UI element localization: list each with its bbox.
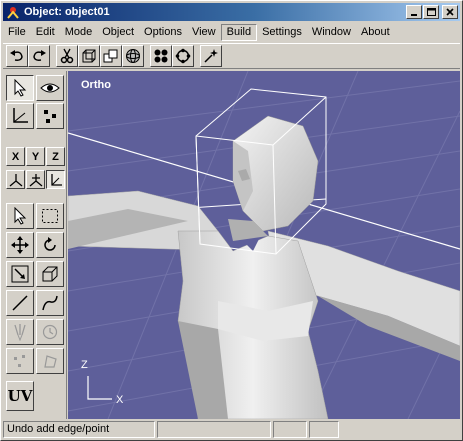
undo-icon: [10, 50, 23, 61]
curve-button[interactable]: [36, 290, 64, 316]
pick-arrow-button[interactable]: [6, 203, 34, 229]
axis-label-x: X: [116, 394, 124, 406]
3d-viewport[interactable]: Z X Ortho: [68, 71, 460, 419]
select-arrow-button[interactable]: [6, 75, 34, 101]
toolbar: [3, 43, 460, 69]
status-message: Undo add edge/point: [3, 421, 155, 438]
cut-button[interactable]: [56, 45, 78, 67]
axis-tripod-alt-icon: [29, 173, 42, 186]
minimize-button[interactable]: [406, 5, 422, 19]
application-window: Object: object01 File Edit Mode Object O…: [0, 0, 463, 441]
sphere-button[interactable]: [122, 45, 144, 67]
screen-axis-button[interactable]: [46, 170, 65, 189]
tool-palette: X Y Z UV: [3, 71, 67, 419]
close-button[interactable]: [442, 5, 458, 19]
scatter-dots-icon: [44, 110, 56, 123]
scatter-dots-button[interactable]: [36, 103, 64, 129]
rotate-icon: [44, 237, 56, 251]
menu-file[interactable]: File: [3, 24, 31, 41]
title-bar[interactable]: Object: object01: [3, 3, 460, 21]
cube-duplicate-icon: [103, 49, 118, 63]
points-button[interactable]: [150, 45, 172, 67]
view-eye-button[interactable]: [36, 75, 64, 101]
extrude-cube-icon: [42, 266, 58, 282]
axis-tripod-icon: [9, 173, 22, 186]
menu-mode[interactable]: Mode: [60, 24, 98, 41]
world-axis-button[interactable]: [6, 170, 25, 189]
axis-corner-icon: [13, 108, 28, 123]
menu-edit[interactable]: Edit: [31, 24, 60, 41]
redo-button[interactable]: [28, 45, 50, 67]
menu-bar: File Edit Mode Object Options View Build…: [3, 23, 460, 42]
polygon-icon: [44, 355, 57, 368]
menu-view[interactable]: View: [187, 24, 221, 41]
sparkle-button[interactable]: [200, 45, 222, 67]
axis-button[interactable]: [6, 103, 34, 129]
extrude-button[interactable]: [36, 261, 64, 287]
line-tool-icon: [12, 295, 28, 311]
undo-button[interactable]: [6, 45, 28, 67]
close-icon: [446, 8, 454, 16]
menu-object[interactable]: Object: [97, 24, 139, 41]
history-button[interactable]: [36, 319, 64, 345]
viewport-canvas[interactable]: Z X: [68, 71, 460, 419]
view-mode-label: Ortho: [81, 79, 111, 91]
four-dots-icon: [154, 49, 168, 63]
maximize-button[interactable]: [423, 5, 439, 19]
uv-label: UV: [7, 387, 33, 405]
menu-window[interactable]: Window: [307, 24, 356, 41]
axis-y-button[interactable]: Y: [26, 147, 45, 166]
status-cell-3: [273, 421, 307, 438]
wire-cube-button[interactable]: [78, 45, 100, 67]
cube-wire-icon: [82, 49, 96, 63]
marquee-icon: [42, 209, 58, 223]
move-button[interactable]: [6, 232, 34, 258]
axis-z-button[interactable]: Z: [46, 147, 65, 166]
arrow-pointer-icon: [14, 207, 27, 225]
sparkle-icon: [204, 49, 218, 63]
status-bar: Undo add edge/point: [3, 421, 460, 439]
menu-settings[interactable]: Settings: [257, 24, 307, 41]
minimize-icon: [411, 14, 417, 16]
move-cross-icon: [11, 236, 29, 254]
maximize-icon: [426, 8, 436, 16]
app-logo-icon: [7, 7, 19, 19]
menu-about[interactable]: About: [356, 24, 395, 41]
arrow-pointer-icon: [14, 79, 27, 97]
clock-icon: [42, 324, 58, 340]
magnet-button[interactable]: [6, 319, 34, 345]
status-cell-4: [309, 421, 339, 438]
marquee-select-button[interactable]: [36, 203, 64, 229]
magnet-icon: [14, 324, 26, 341]
sphere-icon: [126, 49, 140, 63]
eye-icon: [40, 83, 60, 93]
scattered-points-icon: [14, 355, 25, 367]
uv-mapping-button[interactable]: UV: [6, 381, 34, 411]
rotate-cycle-icon: [175, 48, 191, 64]
figure-head: [228, 115, 319, 241]
scale-icon: [11, 265, 29, 283]
polygon-button[interactable]: [36, 348, 64, 374]
axis-x-button[interactable]: X: [6, 147, 25, 166]
local-axis-button[interactable]: [26, 170, 45, 189]
axis-corner-small-icon: [50, 173, 62, 186]
window-title: Object: object01: [24, 6, 110, 18]
rotate-cycle-button[interactable]: [172, 45, 194, 67]
curve-tool-icon: [42, 295, 58, 311]
point-cloud-button[interactable]: [6, 348, 34, 374]
status-cell-2: [157, 421, 271, 438]
rotate-button[interactable]: [36, 232, 64, 258]
axis-indicator: Z X: [81, 359, 124, 406]
menu-build[interactable]: Build: [220, 24, 258, 41]
duplicate-cube-button[interactable]: [100, 45, 122, 67]
scale-button[interactable]: [6, 261, 34, 287]
axis-label-z: Z: [81, 359, 88, 371]
menu-options[interactable]: Options: [139, 24, 187, 41]
redo-icon: [33, 50, 46, 61]
scissors-icon: [60, 48, 74, 64]
line-button[interactable]: [6, 290, 34, 316]
